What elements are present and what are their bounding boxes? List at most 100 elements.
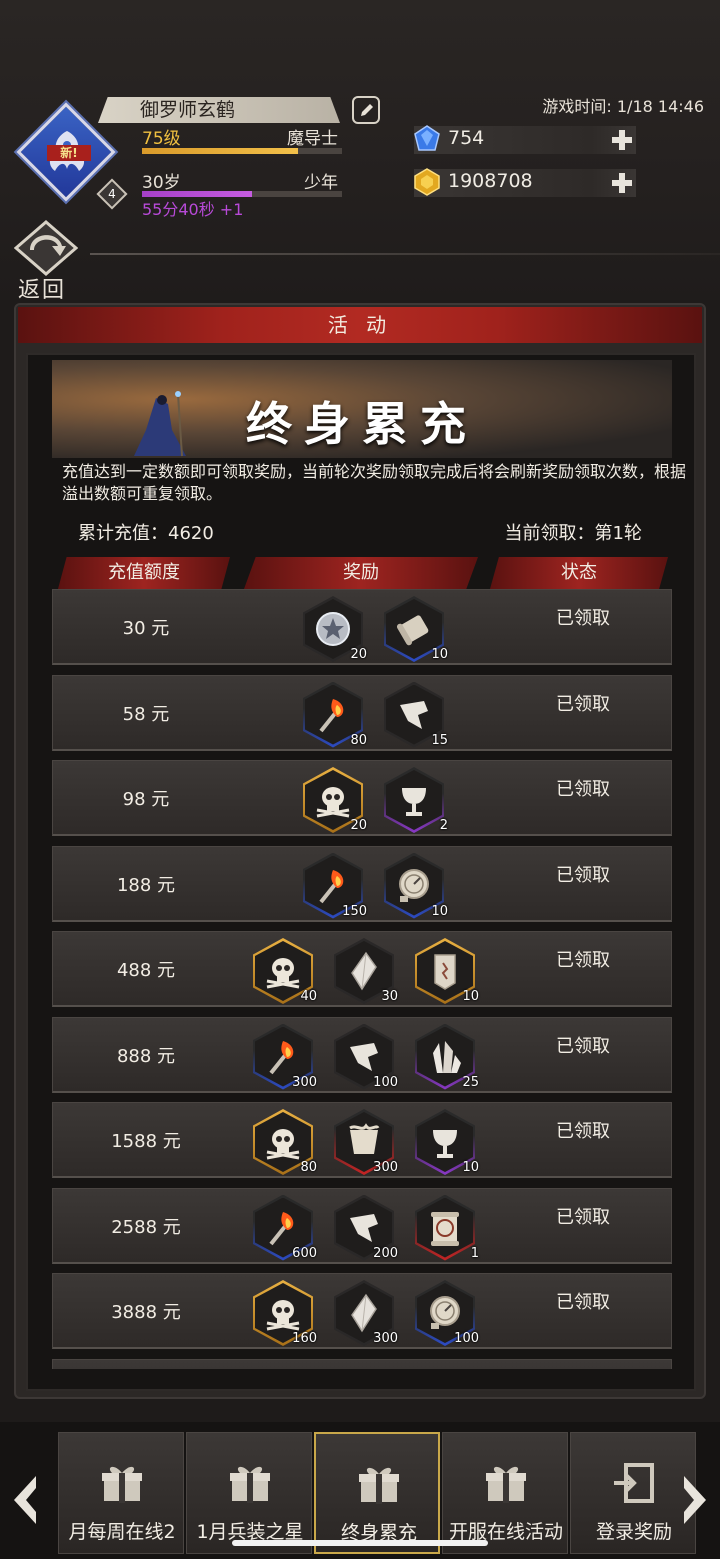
- reward-row[interactable]: 1588 元 80 300 10 已领取: [52, 1102, 672, 1178]
- claim-status: 已领取: [556, 950, 610, 971]
- reward-row[interactable]: 888 元 300 100 25 已领取: [52, 1016, 672, 1093]
- claim-status: 已领取: [556, 1292, 610, 1313]
- reward-icons: 600 200 1: [249, 1189, 489, 1265]
- reward-item[interactable]: 30: [332, 938, 398, 1006]
- reward-item[interactable]: 10: [413, 938, 479, 1006]
- reward-quantity: 10: [462, 1160, 479, 1175]
- reward-item[interactable]: 300: [332, 1109, 398, 1177]
- age-row: 30岁 少年: [142, 168, 340, 193]
- banner-scroll-icon: [349, 1123, 380, 1154]
- reward-quantity: 200: [373, 1245, 398, 1261]
- reward-quantity: 10: [431, 903, 448, 919]
- reward-row[interactable]: 2588 元 600 200 1 已领取: [52, 1187, 672, 1265]
- reward-row[interactable]: 58 元 80 15 已领取: [52, 674, 672, 752]
- reward-row[interactable]: 188 元 150 10 已领取: [52, 845, 672, 922]
- chevron-right-icon[interactable]: [674, 1472, 714, 1528]
- new-badge: 新!: [47, 145, 91, 161]
- reward-quantity: 25: [462, 1074, 479, 1090]
- reward-item[interactable]: 160: [251, 1280, 317, 1348]
- back-arrow-icon: [14, 220, 78, 276]
- login-icon: [614, 1463, 654, 1503]
- game-time: 游戏时间: 1/18 14:46: [542, 97, 704, 116]
- reward-icons: 40 30 10: [249, 932, 489, 1008]
- reward-row[interactable]: 488 元 40 30 10 已领取: [52, 931, 672, 1007]
- shard-icon: [350, 1213, 378, 1242]
- crystal-icon: [351, 951, 377, 991]
- reward-row[interactable]: 30 元 20 10 已领取: [52, 589, 672, 665]
- add-gold-button[interactable]: [610, 171, 634, 195]
- crystal-icon: [351, 1293, 377, 1333]
- column-header-reward: 奖励: [244, 557, 478, 589]
- shard-icon: [350, 1042, 378, 1071]
- event-banner: 终身累充: [52, 360, 672, 458]
- gift-icon: [359, 1467, 399, 1504]
- gift-icon: [230, 1466, 270, 1503]
- reward-quantity: 20: [350, 647, 367, 662]
- reward-item[interactable]: 600: [251, 1194, 317, 1263]
- reward-row-partial[interactable]: [52, 1358, 672, 1369]
- reward-item[interactable]: 300: [251, 1023, 317, 1092]
- reward-item[interactable]: 100: [332, 1023, 398, 1092]
- back-button[interactable]: 返回: [8, 218, 84, 303]
- reward-item[interactable]: 15: [382, 681, 448, 750]
- reward-item[interactable]: 25: [413, 1023, 479, 1092]
- reward-item[interactable]: 20: [301, 767, 367, 835]
- gift-icon: [486, 1466, 526, 1503]
- level-row: 75级 魔导士: [142, 124, 340, 149]
- blue-gem-icon: [414, 125, 440, 151]
- claim-status: 已领取: [556, 1035, 610, 1057]
- reward-icons: 160 300 100: [249, 1274, 489, 1350]
- reward-item[interactable]: 10: [382, 852, 448, 921]
- edit-name-button[interactable]: [352, 96, 380, 124]
- reward-quantity: 1: [470, 1245, 479, 1261]
- reward-quantity: 300: [292, 1074, 317, 1090]
- recharge-amount: 888 元: [116, 1045, 176, 1067]
- add-gems-button[interactable]: [610, 128, 634, 152]
- reward-item[interactable]: 150: [301, 852, 367, 921]
- gold-currency: 1908708: [414, 168, 636, 197]
- reward-item[interactable]: 200: [332, 1194, 398, 1263]
- reward-icons: 80 15: [249, 676, 489, 752]
- reward-item[interactable]: 100: [413, 1280, 479, 1348]
- reward-item[interactable]: 40: [251, 938, 317, 1006]
- recharge-amount: 3888 元: [111, 1302, 181, 1323]
- avatar-rank-badge: 4: [96, 178, 128, 210]
- reward-item[interactable]: 10: [413, 1109, 479, 1177]
- reward-item[interactable]: 1: [413, 1194, 479, 1263]
- reward-quantity: 80: [350, 732, 367, 748]
- reward-item[interactable]: 300: [332, 1280, 398, 1348]
- reward-item[interactable]: 80: [301, 681, 367, 750]
- level-progress-bar: [142, 148, 342, 154]
- event-tab-bar: 月每周在线2 1月兵装之星 终身累充 开服在线活动 登录奖励: [0, 1422, 720, 1559]
- compass-icon: [399, 868, 429, 902]
- tab-launch-online[interactable]: 开服在线活动: [442, 1432, 568, 1554]
- claim-status: 已领取: [556, 1206, 610, 1228]
- tab-lifetime-recharge[interactable]: 终身累充: [314, 1432, 440, 1554]
- age-label: 30岁: [142, 173, 181, 193]
- gold-amount: 1908708: [448, 170, 533, 192]
- recharge-amount: 58 元: [122, 703, 170, 725]
- reward-icons: 20 10: [249, 590, 489, 666]
- gem-amount: 754: [448, 127, 485, 149]
- gift-icon: [102, 1466, 142, 1503]
- reward-item[interactable]: 10: [382, 596, 448, 664]
- reward-row[interactable]: 3888 元 160 300 100 已领取: [52, 1273, 672, 1349]
- claim-status: 已领取: [556, 608, 610, 629]
- enhance-scroll-icon: [431, 1211, 459, 1246]
- skull-icon: [266, 958, 300, 989]
- tab-weekly-online[interactable]: 月每周在线2: [58, 1432, 184, 1554]
- recharge-amount: 188 元: [116, 874, 176, 896]
- total-recharge: 累计充值：4620: [78, 523, 214, 544]
- reward-quantity: 150: [342, 903, 367, 919]
- torch-icon: [319, 698, 344, 732]
- reward-row[interactable]: 98 元 20 2 已领取: [52, 760, 672, 836]
- reward-item[interactable]: 80: [251, 1109, 317, 1177]
- tab-equipment-star[interactable]: 1月兵装之星: [186, 1432, 312, 1554]
- shard-icon: [400, 700, 428, 729]
- reward-item[interactable]: 2: [382, 767, 448, 835]
- torch-icon: [319, 869, 344, 903]
- chevron-left-icon[interactable]: [6, 1472, 46, 1528]
- reward-item[interactable]: 20: [301, 596, 367, 664]
- age-stage-label: 少年: [304, 173, 338, 193]
- reward-list[interactable]: 30 元 20 10 已领取 58 元 80 15 已领取 98 元 20 2 …: [52, 589, 672, 1369]
